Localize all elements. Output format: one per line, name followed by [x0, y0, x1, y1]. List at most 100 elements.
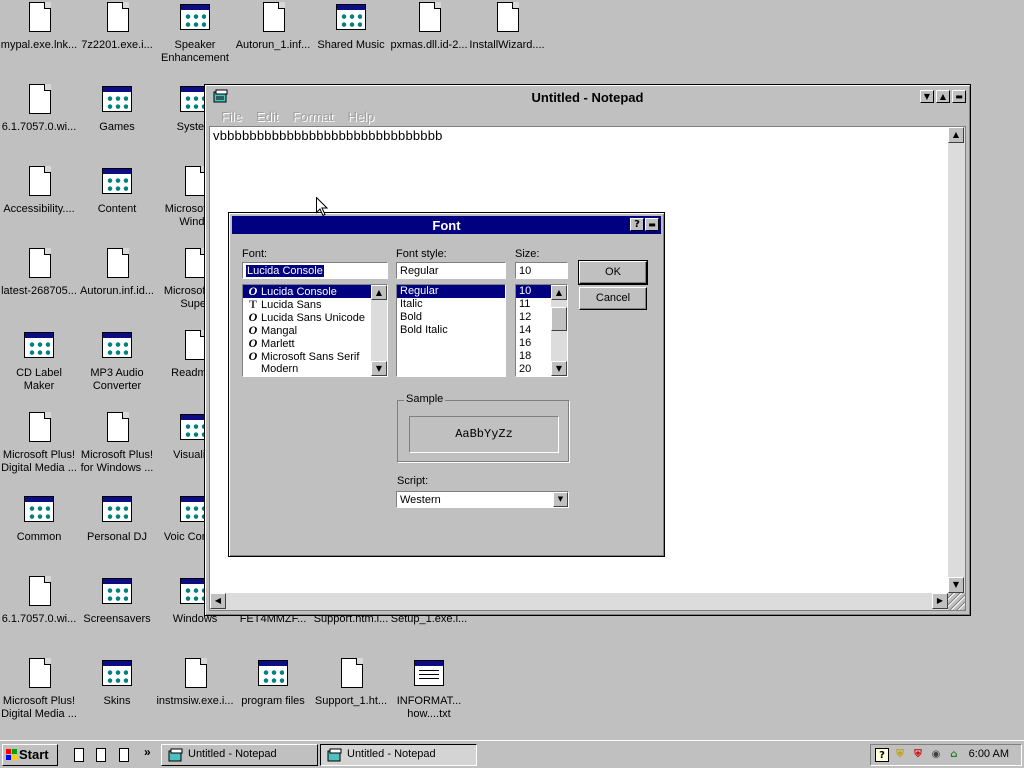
dropdown-button[interactable]: ▼ — [553, 492, 568, 507]
desktop-icon-plusdigital2[interactable]: Microsoft Plus! Digital Media ... — [0, 658, 78, 721]
ok-button[interactable]: OK — [578, 260, 648, 285]
help-button[interactable]: ? — [630, 218, 644, 231]
desktop-icon-personaldj[interactable]: Personal DJ — [78, 494, 156, 544]
quicklaunch-document-icon-3[interactable] — [119, 748, 129, 762]
desktop-icon-content[interactable]: Content — [78, 166, 156, 216]
desktop-icon-skins[interactable]: Skins — [78, 658, 156, 708]
help-icon[interactable]: ? — [875, 748, 889, 762]
notepad-titlebar[interactable]: Untitled - Notepad ▼ ▲ ▬ — [209, 88, 966, 107]
quicklaunch-document-icon[interactable] — [74, 748, 84, 762]
vertical-scrollbar[interactable]: ▲ ▼ — [948, 127, 965, 593]
desktop-icon-autorun1[interactable]: Autorun_1.inf... — [234, 2, 312, 52]
desktop-icon-7z2201[interactable]: 7z2201.exe.i... — [78, 2, 156, 52]
quicklaunch-more-icon[interactable]: » — [144, 745, 151, 759]
font-dialog-titlebar[interactable]: Font ? ▬ — [232, 216, 661, 234]
size-item[interactable]: 14 — [516, 324, 551, 337]
desktop-icon-sharedmusic[interactable]: Shared Music — [312, 2, 390, 52]
resize-grip[interactable] — [948, 593, 965, 610]
font-list-item[interactable]: T Lucida Sans — [243, 298, 387, 312]
size-list-scrollbar[interactable]: ▲ ▼ — [551, 285, 567, 376]
desktop-icon-games[interactable]: Games — [78, 84, 156, 134]
font-list-item[interactable]: O Lucida Sans Unicode — [243, 311, 387, 325]
desktop-icon-programfiles[interactable]: program files — [234, 658, 312, 708]
desktop-icon-wi1[interactable]: 6.1.7057.0.wi... — [0, 84, 78, 134]
font-list-down-button[interactable]: ▼ — [371, 361, 387, 376]
size-list[interactable]: 10 11 12 14 16 18 20 ▲ ▼ — [515, 284, 568, 377]
desktop-icon-mp3[interactable]: MP3 Audio Converter — [78, 330, 156, 393]
desktop-icon-label: 7z2201.exe.i... — [81, 39, 153, 51]
taskbar-button-label: Untitled - Notepad — [188, 748, 277, 760]
size-item[interactable]: 11 — [516, 298, 551, 311]
scroll-down-button[interactable]: ▼ — [948, 577, 964, 593]
font-style-field[interactable]: Regular — [396, 262, 506, 279]
font-list-item[interactable]: O Marlett — [243, 337, 387, 351]
size-list-down-button[interactable]: ▼ — [551, 361, 567, 376]
desktop-icon-pluswin[interactable]: Microsoft Plus! for Windows ... — [78, 412, 156, 475]
close-button[interactable]: ▬ — [952, 90, 966, 103]
horizontal-scrollbar[interactable]: ◀ ▶ — [210, 593, 948, 610]
font-list-item[interactable]: O Mangal — [243, 324, 387, 338]
scroll-up-button[interactable]: ▲ — [948, 127, 964, 143]
font-style-list[interactable]: Regular Italic Bold Bold Italic — [396, 284, 506, 377]
font-style-item[interactable]: Bold Italic — [397, 324, 505, 337]
desktop-icon-accessibility[interactable]: Accessibility.... — [0, 166, 78, 216]
desktop-icon-installwizard[interactable]: InstallWizard.... — [468, 2, 546, 52]
desktop-icon-wi2[interactable]: 6.1.7057.0.wi... — [0, 576, 78, 626]
menu-file[interactable]: File — [217, 108, 252, 126]
desktop-icon-speaker[interactable]: Speaker Enhancement — [156, 2, 234, 65]
font-list-item[interactable]: O Microsoft Sans Serif — [243, 350, 387, 364]
scroll-right-button[interactable]: ▶ — [932, 593, 948, 609]
taskbar-button-notepad[interactable]: Untitled - Notepad — [320, 744, 477, 766]
size-item[interactable]: 12 — [516, 311, 551, 324]
font-list-item[interactable]: Modern — [243, 363, 387, 376]
desktop-icon-common[interactable]: Common — [0, 494, 78, 544]
desktop-icon-pxmas[interactable]: pxmas.dll.id-2... — [390, 2, 468, 52]
security-alert-icon[interactable]: ⛨ — [911, 748, 925, 762]
network-icon[interactable]: ⌂ — [947, 748, 961, 762]
maximize-button[interactable]: ▲ — [936, 90, 950, 103]
font-style-item[interactable]: Italic — [397, 298, 505, 311]
desktop-icon-autoruninf[interactable]: Autorun.inf.id... — [78, 248, 156, 298]
size-item[interactable]: 10 — [516, 285, 551, 298]
font-style-item[interactable]: Regular — [397, 285, 505, 298]
desktop-icon-label: program files — [241, 695, 305, 707]
size-field[interactable]: 10 — [515, 262, 568, 279]
desktop-icon-information[interactable]: INFORMAT... how....txt — [390, 658, 468, 721]
maximize-icon: ▲ — [939, 92, 947, 101]
desktop-icon-latest[interactable]: latest-268705... — [0, 248, 78, 298]
menu-help[interactable]: Help — [344, 108, 385, 126]
desktop-icon-cdlabel[interactable]: CD Label Maker — [0, 330, 78, 393]
dialog-close-button[interactable]: ▬ — [645, 218, 659, 231]
font-list-item[interactable]: O Lucida Console — [243, 285, 387, 298]
file-icon — [23, 84, 55, 116]
script-dropdown[interactable]: Western ▼ — [396, 491, 569, 508]
font-dialog[interactable]: Font ? ▬ Font: Lucida Console O Lucida Co… — [228, 212, 665, 557]
desktop-icon-instmsiw[interactable]: instmsiw.exe.i... — [156, 658, 234, 708]
taskbar-button-notepad[interactable]: Untitled - Notepad — [161, 744, 318, 766]
volume-icon[interactable]: ◉ — [929, 748, 943, 762]
menu-edit[interactable]: Edit — [252, 108, 288, 126]
size-item[interactable]: 16 — [516, 337, 551, 350]
desktop-icon-plusdigital1[interactable]: Microsoft Plus! Digital Media ... — [0, 412, 78, 475]
cancel-button[interactable]: Cancel — [579, 287, 647, 310]
font-list-up-button[interactable]: ▲ — [371, 285, 387, 300]
minimize-button[interactable]: ▼ — [920, 90, 934, 103]
size-item[interactable]: 18 — [516, 350, 551, 363]
desktop-icon-screensavers[interactable]: Screensavers — [78, 576, 156, 626]
size-item[interactable]: 20 — [516, 363, 551, 376]
quicklaunch-document-icon-2[interactable] — [96, 748, 106, 762]
desktop-icon-mypal[interactable]: mypal.exe.lnk... — [0, 2, 78, 52]
start-button[interactable]: Start — [2, 744, 58, 766]
font-name-field[interactable]: Lucida Console — [242, 262, 388, 279]
desktop-icon-label: Autorun_1.inf... — [235, 39, 311, 51]
shield-icon[interactable]: ⛨ — [893, 748, 907, 762]
menu-format[interactable]: Format — [288, 108, 343, 126]
size-list-up-button[interactable]: ▲ — [551, 285, 567, 300]
scroll-left-button[interactable]: ◀ — [210, 593, 226, 609]
font-list-scrollbar[interactable]: ▲ ▼ — [371, 285, 387, 376]
font-list-item-label: Mangal — [261, 325, 298, 337]
desktop-icon-support1[interactable]: Support_1.ht... — [312, 658, 390, 708]
size-list-thumb[interactable] — [551, 307, 567, 331]
font-list[interactable]: O Lucida Console T Lucida Sans O Lucida Sans … — [242, 284, 388, 377]
font-style-item[interactable]: Bold — [397, 311, 505, 324]
